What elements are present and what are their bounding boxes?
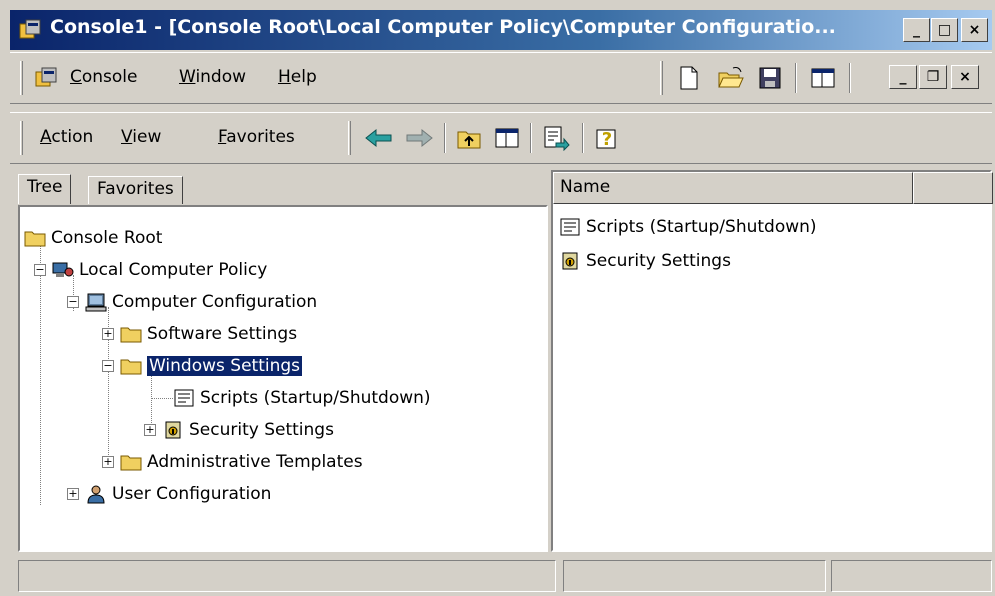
tree-pane[interactable]: Console Root − Local Computer Policy − C… [18,205,548,552]
title-bar[interactable]: Console1 - [Console Root\Local Computer … [10,10,992,50]
tab-favorites[interactable]: Favorites [88,176,183,204]
action-bar: Action View Favorites ? [10,112,992,164]
toolbar-grip[interactable] [348,121,351,155]
menu-help[interactable]: Help [278,67,317,87]
expand-icon[interactable]: + [102,456,114,468]
svg-text:?: ? [602,129,612,150]
menu-favorites[interactable]: Favorites [218,127,295,147]
forward-arrow-icon[interactable] [404,127,434,149]
status-bar-cell [563,560,826,592]
tree-item-label: Scripts (Startup/Shutdown) [200,388,431,408]
save-icon[interactable] [758,65,782,91]
tree-item-user-configuration[interactable]: + User Configuration [67,479,271,509]
up-one-level-icon[interactable] [456,126,482,150]
folder-icon [24,231,46,247]
export-list-icon[interactable] [542,125,570,151]
security-icon [165,421,181,439]
tree-item-scripts[interactable]: Scripts (Startup/Shutdown) [173,383,431,413]
toolbar-separator [530,123,532,153]
column-header-name[interactable]: Name [553,172,913,204]
status-bar-cell [831,560,992,592]
tree-item-computer-configuration[interactable]: − Computer Configuration [67,287,317,317]
tree-item-label: User Configuration [112,484,272,504]
tree-item-label: Security Settings [189,420,334,440]
tree-item-security-settings[interactable]: + Security Settings [144,415,334,445]
maximize-button[interactable]: □ [931,18,958,42]
mmc-icon[interactable] [34,66,60,90]
tree-item-label: Computer Configuration [112,292,318,312]
policy-computer-icon [52,262,74,277]
computer-config-icon [85,293,107,312]
show-hide-tree-icon[interactable] [810,66,836,90]
toolbar-separator [582,123,584,153]
scripts-icon [560,218,580,236]
tree-item-label: Local Computer Policy [79,260,268,280]
expand-icon[interactable]: + [102,328,114,340]
security-icon [562,252,578,270]
status-bar-cell [18,560,556,592]
child-close-button[interactable]: × [951,65,979,89]
expand-icon[interactable]: + [144,424,156,436]
tree-item-label: Administrative Templates [147,452,363,472]
new-document-icon[interactable] [677,65,701,91]
collapse-icon[interactable]: − [102,360,114,372]
child-restore-button[interactable]: ❐ [919,65,947,89]
mmc-icon [19,19,41,39]
toolbar-separator [444,123,446,153]
toolbar-separator [849,63,851,93]
open-folder-icon[interactable] [717,65,745,91]
tree-item-administrative-templates[interactable]: + Administrative Templates [102,447,363,477]
show-hide-tree-icon[interactable] [494,126,520,150]
folder-icon [120,455,142,471]
minimize-button[interactable]: _ [903,18,930,42]
menu-action[interactable]: Action [40,127,93,147]
menu-bar: Console Window Help _ ❐ × [10,52,992,104]
user-config-icon [87,485,105,504]
toolbar-grip[interactable] [660,61,663,95]
toolbar-grip[interactable] [20,61,23,95]
menu-console[interactable]: Console [70,67,138,87]
back-arrow-icon[interactable] [364,127,394,149]
tree-item-windows-settings[interactable]: − Windows Settings [102,351,303,381]
collapse-icon[interactable]: − [67,296,79,308]
expand-icon[interactable]: + [67,488,79,500]
child-minimize-button[interactable]: _ [889,65,917,89]
menu-window[interactable]: Window [179,67,246,87]
folder-icon [120,359,142,375]
list-item-security-settings[interactable]: Security Settings [559,246,731,276]
column-header-empty[interactable] [913,172,993,204]
window-title: Console1 - [Console Root\Local Computer … [50,16,836,38]
toolbar-separator [795,63,797,93]
folder-icon [120,327,142,343]
list-item-label: Scripts (Startup/Shutdown) [586,217,817,237]
tree-item-local-computer-policy[interactable]: − Local Computer Policy [34,255,267,285]
tree-item-label: Console Root [51,228,163,248]
tree-item-label: Software Settings [147,324,298,344]
scripts-icon [174,389,194,407]
toolbar-grip[interactable] [20,121,23,155]
list-item-label: Security Settings [586,251,731,271]
close-button[interactable]: × [961,18,988,42]
menu-view[interactable]: View [121,127,161,147]
list-pane[interactable]: Name Scripts (Startup/Shutdown) Security… [551,170,993,552]
tab-tree[interactable]: Tree [18,174,72,204]
collapse-icon[interactable]: − [34,264,46,276]
tree-item-console-root[interactable]: Console Root [24,223,162,253]
tree-item-software-settings[interactable]: + Software Settings [102,319,297,349]
list-item-scripts[interactable]: Scripts (Startup/Shutdown) [559,212,817,242]
help-icon[interactable]: ? [594,125,620,151]
tree-connector [151,398,173,399]
tree-item-label: Windows Settings [147,356,303,376]
